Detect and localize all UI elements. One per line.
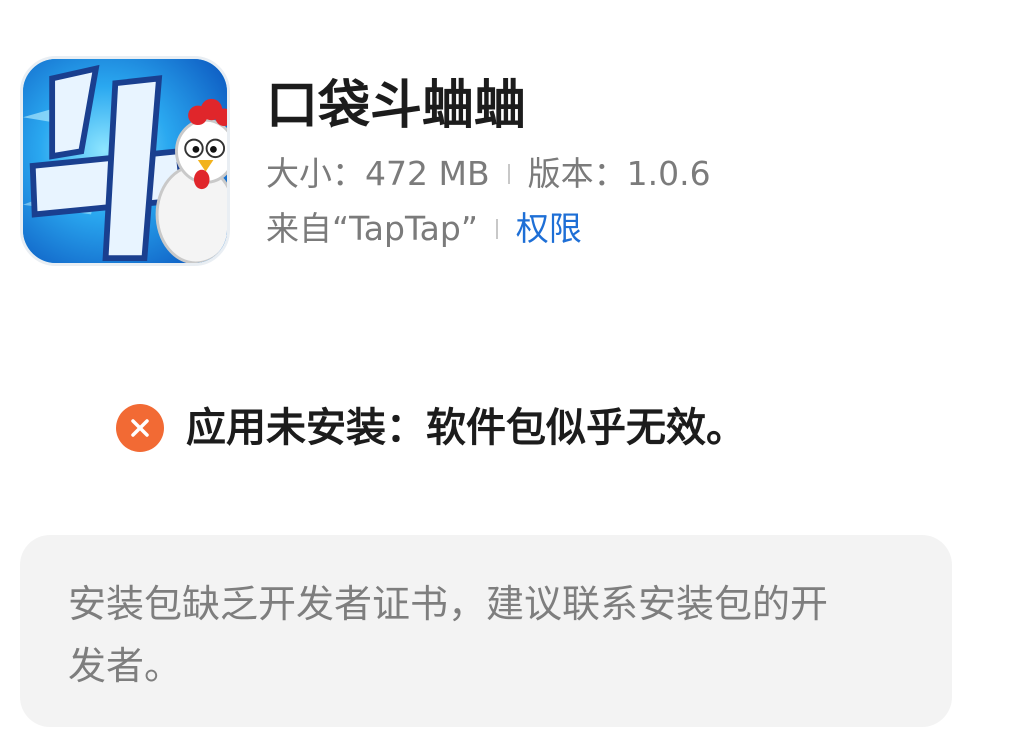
meta-divider (495, 219, 498, 239)
app-size: 大小：472 MB (266, 154, 490, 193)
app-icon (20, 56, 230, 266)
install-status: 应用未安装：软件包似乎无效。 (116, 400, 746, 456)
meta-divider (507, 164, 510, 184)
install-status-message: 应用未安装：软件包似乎无效。 (186, 405, 746, 451)
install-result-page: 口袋斗蛐蛐 大小：472 MB 版本：1.0.6 来自“TapTap” 权限 应… (0, 0, 1026, 739)
app-title: 口袋斗蛐蛐 (266, 76, 527, 136)
app-meta-source: 来自“TapTap” 权限 (266, 207, 582, 251)
app-source: 来自“TapTap” (266, 209, 478, 248)
permissions-link[interactable]: 权限 (516, 207, 582, 251)
details-panel: 安装包缺乏开发者证书，建议联系安装包的开发者。 (20, 535, 952, 727)
app-version: 版本：1.0.6 (527, 154, 711, 193)
error-x-icon (116, 404, 164, 452)
app-meta-size-version: 大小：472 MB 版本：1.0.6 (266, 152, 711, 196)
details-message: 安装包缺乏开发者证书，建议联系安装包的开发者。 (68, 582, 829, 688)
